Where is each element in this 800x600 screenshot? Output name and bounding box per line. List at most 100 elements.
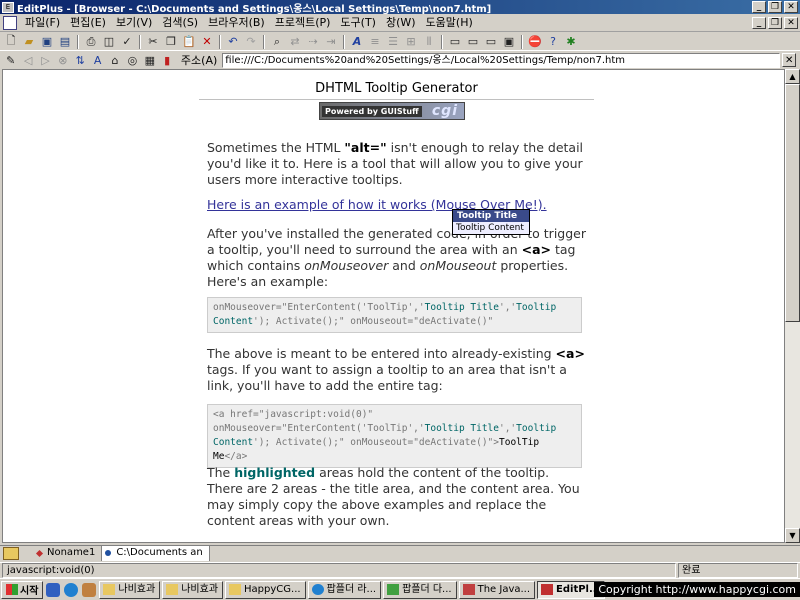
window-tile-icon[interactable]: ▭ — [447, 34, 463, 49]
print-preview-icon[interactable]: ◫ — [101, 34, 117, 49]
undo-icon[interactable]: ↶ — [225, 34, 241, 49]
mdi-restore-button[interactable]: ❐ — [768, 16, 782, 29]
menu-bar: 파일(F) 편집(E) 보기(V) 검색(S) 브라우저(B) 프로젝트(P) … — [0, 14, 800, 32]
window-split-icon[interactable]: ▭ — [483, 34, 499, 49]
stop-loading-icon[interactable]: ⊗ — [55, 53, 70, 68]
title-bar[interactable]: E EditPlus - [Browser - C:\Documents and… — [0, 0, 800, 15]
task-button-6[interactable]: The Java... — [458, 580, 536, 599]
menu-search[interactable]: 검색(S) — [157, 15, 203, 31]
line-number-icon[interactable]: ☰ — [385, 34, 401, 49]
cgi-logo: cgi — [431, 103, 458, 119]
menu-window[interactable]: 창(W) — [381, 15, 421, 31]
home-icon[interactable]: ⌂ — [107, 53, 122, 68]
task-button-4[interactable]: 팝플더 라... — [307, 580, 382, 599]
bold-icon[interactable]: A — [349, 34, 365, 49]
start-button[interactable]: 시작 — [1, 580, 44, 599]
refresh-icon[interactable]: ⇅ — [73, 53, 88, 68]
highlighted-keyword: highlighted — [234, 465, 316, 480]
find-next-icon[interactable]: ⇢ — [305, 34, 321, 49]
ie-icon — [311, 584, 324, 595]
vertical-scrollbar[interactable]: ▲ ▼ — [785, 69, 800, 543]
new-file-icon[interactable]: 🗋 — [3, 34, 19, 49]
replace-icon[interactable]: ⇄ — [287, 34, 303, 49]
spellcheck-icon[interactable]: ✓ — [119, 34, 135, 49]
save-icon[interactable]: ▣ — [39, 34, 55, 49]
address-label: 주소(A) — [180, 54, 218, 67]
open-folder-icon[interactable]: ▰ — [21, 34, 37, 49]
task-button-3[interactable]: HappyCG... — [225, 580, 306, 599]
code2-sep: ',' — [498, 423, 517, 434]
scroll-up-arrow[interactable]: ▲ — [785, 69, 800, 84]
forward-icon[interactable]: ▷ — [38, 53, 53, 68]
menu-tools[interactable]: 도구(T) — [335, 15, 381, 31]
menu-help[interactable]: 도움말(H) — [421, 15, 478, 31]
install-text-and: and — [388, 258, 420, 273]
find-icon[interactable]: ⌕ — [269, 34, 285, 49]
menu-edit[interactable]: 편집(E) — [65, 15, 111, 31]
delete-icon[interactable]: ✕ — [199, 34, 215, 49]
address-input[interactable]: file:///C:/Documents%20and%20Settings/옹스… — [222, 52, 781, 68]
scroll-down-arrow[interactable]: ▼ — [785, 528, 800, 543]
folder-icon — [229, 584, 242, 595]
mdi-close-button[interactable]: ✕ — [784, 16, 798, 29]
full-screen-icon[interactable]: ▣ — [501, 34, 517, 49]
close-browser-button[interactable]: ✕ — [782, 53, 796, 67]
pencil-icon[interactable]: ✎ — [3, 53, 18, 68]
goto-icon[interactable]: ⇥ — [323, 34, 339, 49]
help-icon[interactable]: ? — [545, 34, 561, 49]
quicklaunch-icon-1[interactable] — [46, 582, 61, 597]
mdi-minimize-button[interactable]: _ — [752, 16, 766, 29]
tooltip-popup: Tooltip Title Tooltip Content — [452, 209, 530, 235]
minimize-button[interactable]: _ — [752, 1, 766, 13]
back-icon[interactable]: ◁ — [20, 53, 35, 68]
print-icon[interactable]: ⎙ — [83, 34, 99, 49]
toolbar-separator — [77, 34, 79, 49]
quicklaunch-icon-3[interactable] — [82, 582, 97, 597]
history-icon[interactable]: ▮ — [160, 53, 175, 68]
toolbar-separator — [441, 34, 443, 49]
menu-project[interactable]: 프로젝트(P) — [270, 15, 336, 31]
existing-text: The above is meant to be entered into al… — [207, 346, 556, 361]
task-label: 팝플더 다... — [402, 583, 452, 595]
task-button-5[interactable]: 팝플더 다... — [383, 580, 457, 599]
folder-icon[interactable] — [3, 547, 19, 560]
editplus-icon — [541, 584, 554, 595]
redo-icon[interactable]: ↷ — [243, 34, 259, 49]
save-all-icon[interactable]: ▤ — [57, 34, 73, 49]
editplus-app-icon[interactable]: E — [2, 1, 14, 13]
tooltip-content: Tooltip Content — [453, 222, 529, 234]
ruler-icon[interactable]: ⊞ — [403, 34, 419, 49]
menu-browser[interactable]: 브라우저(B) — [203, 15, 270, 31]
favorites-icon[interactable]: ▦ — [142, 53, 157, 68]
ie-icon[interactable] — [64, 582, 79, 597]
code1-title: Tooltip Title — [424, 302, 499, 313]
intro-text: Sometimes the HTML — [207, 140, 345, 155]
column-icon[interactable]: ⫴ — [421, 34, 437, 49]
task-button-1[interactable]: 나비효과 — [99, 580, 161, 599]
tab-label: C:\Documents an — [116, 547, 203, 558]
scroll-thumb[interactable] — [785, 84, 800, 322]
search-web-icon[interactable]: ◎ — [125, 53, 140, 68]
powered-by-banner[interactable]: Powered by GUIStuff cgi — [319, 102, 465, 120]
menu-view[interactable]: 보기(V) — [111, 15, 157, 31]
cut-icon[interactable]: ✂ — [145, 34, 161, 49]
close-button[interactable]: ✕ — [784, 1, 798, 13]
paste-icon[interactable]: 📋 — [181, 34, 197, 49]
copy-icon[interactable]: ❐ — [163, 34, 179, 49]
browser-icon[interactable]: ✱ — [563, 34, 579, 49]
font-size-icon[interactable]: A — [90, 53, 105, 68]
word-wrap-icon[interactable]: ≡ — [367, 34, 383, 49]
document-icon[interactable] — [3, 15, 17, 30]
menu-file[interactable]: 파일(F) — [20, 15, 65, 31]
stop-icon[interactable]: ⛔ — [527, 34, 543, 49]
restore-button[interactable]: ❐ — [768, 1, 782, 13]
toolbar-separator — [139, 34, 141, 49]
code-example-2[interactable]: <a href="javascript:void(0)" onMouseover… — [207, 404, 582, 468]
tab-modified-icon — [35, 549, 44, 558]
code-example-1[interactable]: onMouseover="EnterContent('ToolTip','Too… — [207, 297, 582, 333]
status-text: javascript:void(0) — [2, 563, 676, 578]
window-cascade-icon[interactable]: ▭ — [465, 34, 481, 49]
tab-noname1[interactable]: Noname1 — [33, 546, 103, 561]
task-button-2[interactable]: 나비효과 — [162, 580, 224, 599]
tab-browser-document[interactable]: C:\Documents an — [102, 546, 210, 561]
